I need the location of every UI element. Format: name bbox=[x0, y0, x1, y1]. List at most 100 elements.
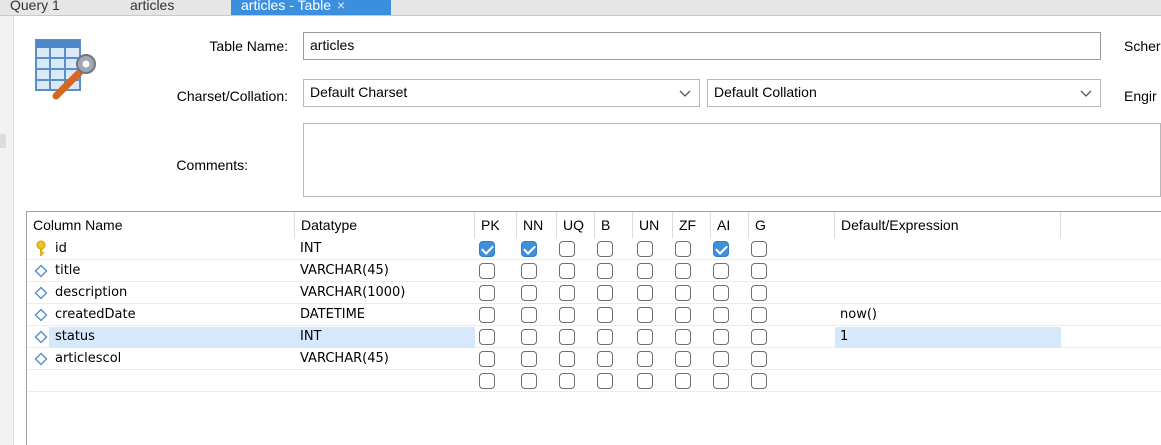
checkbox-un[interactable] bbox=[637, 285, 653, 301]
column-name-cell[interactable]: status bbox=[55, 326, 95, 348]
datatype-cell[interactable]: INT bbox=[300, 326, 322, 348]
checkbox-nn[interactable] bbox=[521, 263, 537, 279]
column-name-cell[interactable]: title bbox=[55, 260, 80, 282]
checkbox-zf[interactable] bbox=[675, 307, 691, 323]
checkbox-pk[interactable] bbox=[479, 351, 495, 367]
table-row[interactable] bbox=[27, 370, 1161, 392]
checkbox-uq[interactable] bbox=[559, 241, 575, 257]
header-ai[interactable]: AI bbox=[711, 212, 749, 238]
checkbox-g[interactable] bbox=[751, 351, 767, 367]
checkbox-zf[interactable] bbox=[675, 351, 691, 367]
column-name-cell[interactable]: description bbox=[55, 282, 127, 304]
close-icon[interactable]: × bbox=[337, 0, 345, 13]
tab-articles-table[interactable]: articles - Table × bbox=[231, 0, 391, 15]
checkbox-ai[interactable] bbox=[713, 241, 729, 257]
checkbox-b[interactable] bbox=[597, 285, 613, 301]
checkbox-ai[interactable] bbox=[713, 329, 729, 345]
header-g[interactable]: G bbox=[749, 212, 835, 238]
checkbox-un[interactable] bbox=[637, 241, 653, 257]
checkbox-pk[interactable] bbox=[479, 307, 495, 323]
header-b[interactable]: B bbox=[595, 212, 633, 238]
header-nn[interactable]: NN bbox=[517, 212, 557, 238]
charset-value: Default Charset bbox=[310, 84, 408, 100]
datatype-cell[interactable]: VARCHAR(1000) bbox=[300, 282, 405, 304]
column-name-cell[interactable]: articlescol bbox=[55, 348, 121, 370]
table-row[interactable]: createdDate DATETIME now() bbox=[27, 304, 1161, 326]
checkbox-uq[interactable] bbox=[559, 285, 575, 301]
checkbox-zf[interactable] bbox=[675, 263, 691, 279]
checkbox-nn[interactable] bbox=[521, 307, 537, 323]
checkbox-nn[interactable] bbox=[521, 285, 537, 301]
checkbox-g[interactable] bbox=[751, 263, 767, 279]
checkbox-b[interactable] bbox=[597, 373, 613, 389]
collation-select[interactable]: Default Collation bbox=[707, 79, 1101, 107]
checkbox-nn[interactable] bbox=[521, 241, 537, 257]
comments-textarea[interactable] bbox=[303, 123, 1161, 197]
checkbox-uq[interactable] bbox=[559, 351, 575, 367]
checkbox-b[interactable] bbox=[597, 307, 613, 323]
checkbox-pk[interactable] bbox=[479, 263, 495, 279]
chevron-down-icon bbox=[1080, 90, 1092, 97]
checkbox-un[interactable] bbox=[637, 263, 653, 279]
checkbox-g[interactable] bbox=[751, 241, 767, 257]
checkbox-pk[interactable] bbox=[479, 373, 495, 389]
table-row[interactable]: description VARCHAR(1000) bbox=[27, 282, 1161, 304]
checkbox-b[interactable] bbox=[597, 263, 613, 279]
checkbox-un[interactable] bbox=[637, 329, 653, 345]
checkbox-ai[interactable] bbox=[713, 351, 729, 367]
table-row[interactable]: id INT bbox=[27, 238, 1161, 260]
checkbox-un[interactable] bbox=[637, 373, 653, 389]
checkbox-g[interactable] bbox=[751, 373, 767, 389]
datatype-cell[interactable]: VARCHAR(45) bbox=[300, 348, 389, 370]
table-row[interactable]: articlescol VARCHAR(45) bbox=[27, 348, 1161, 370]
checkbox-b[interactable] bbox=[597, 351, 613, 367]
table-row[interactable]: title VARCHAR(45) bbox=[27, 260, 1161, 282]
checkbox-uq[interactable] bbox=[559, 329, 575, 345]
checkbox-ai[interactable] bbox=[713, 285, 729, 301]
default-expression-cell[interactable]: now() bbox=[840, 304, 877, 326]
checkbox-g[interactable] bbox=[751, 329, 767, 345]
tab-articles[interactable]: articles bbox=[122, 0, 182, 15]
tab-bar: Query 1 articles articles - Table × bbox=[0, 0, 1161, 16]
column-name-cell[interactable]: id bbox=[55, 238, 67, 260]
checkbox-zf[interactable] bbox=[675, 373, 691, 389]
header-pk[interactable]: PK bbox=[475, 212, 517, 238]
checkbox-nn[interactable] bbox=[521, 329, 537, 345]
header-zf[interactable]: ZF bbox=[673, 212, 711, 238]
checkbox-b[interactable] bbox=[597, 329, 613, 345]
checkbox-pk[interactable] bbox=[479, 285, 495, 301]
checkbox-ai[interactable] bbox=[713, 373, 729, 389]
checkbox-nn[interactable] bbox=[521, 373, 537, 389]
header-un[interactable]: UN bbox=[633, 212, 673, 238]
datatype-cell[interactable]: INT bbox=[300, 238, 322, 260]
checkbox-un[interactable] bbox=[637, 307, 653, 323]
checkbox-g[interactable] bbox=[751, 307, 767, 323]
checkbox-g[interactable] bbox=[751, 285, 767, 301]
checkbox-zf[interactable] bbox=[675, 285, 691, 301]
checkbox-uq[interactable] bbox=[559, 263, 575, 279]
tab-query-1[interactable]: Query 1 bbox=[2, 0, 68, 15]
header-default-expression[interactable]: Default/Expression bbox=[835, 212, 1061, 238]
checkbox-pk[interactable] bbox=[479, 329, 495, 345]
header-uq[interactable]: UQ bbox=[557, 212, 595, 238]
datatype-cell[interactable]: VARCHAR(45) bbox=[300, 260, 389, 282]
checkbox-b[interactable] bbox=[597, 241, 613, 257]
checkbox-uq[interactable] bbox=[559, 373, 575, 389]
checkbox-pk[interactable] bbox=[479, 241, 495, 257]
column-name-cell[interactable]: createdDate bbox=[55, 304, 136, 326]
checkbox-ai[interactable] bbox=[713, 307, 729, 323]
table-row[interactable]: status INT 1 bbox=[27, 326, 1161, 348]
checkbox-uq[interactable] bbox=[559, 307, 575, 323]
checkbox-nn[interactable] bbox=[521, 351, 537, 367]
table-name-input[interactable]: articles bbox=[303, 32, 1101, 60]
checkbox-ai[interactable] bbox=[713, 263, 729, 279]
checkbox-zf[interactable] bbox=[675, 241, 691, 257]
header-datatype[interactable]: Datatype bbox=[295, 212, 475, 238]
default-expression-cell[interactable]: 1 bbox=[840, 326, 848, 348]
header-column-name[interactable]: Column Name bbox=[27, 212, 295, 238]
checkbox-un[interactable] bbox=[637, 351, 653, 367]
charset-select[interactable]: Default Charset bbox=[303, 79, 700, 107]
checkbox-zf[interactable] bbox=[675, 329, 691, 345]
datatype-cell[interactable]: DATETIME bbox=[300, 304, 365, 326]
columns-grid[interactable]: Column Name Datatype PK NN UQ B UN ZF AI… bbox=[26, 211, 1161, 445]
